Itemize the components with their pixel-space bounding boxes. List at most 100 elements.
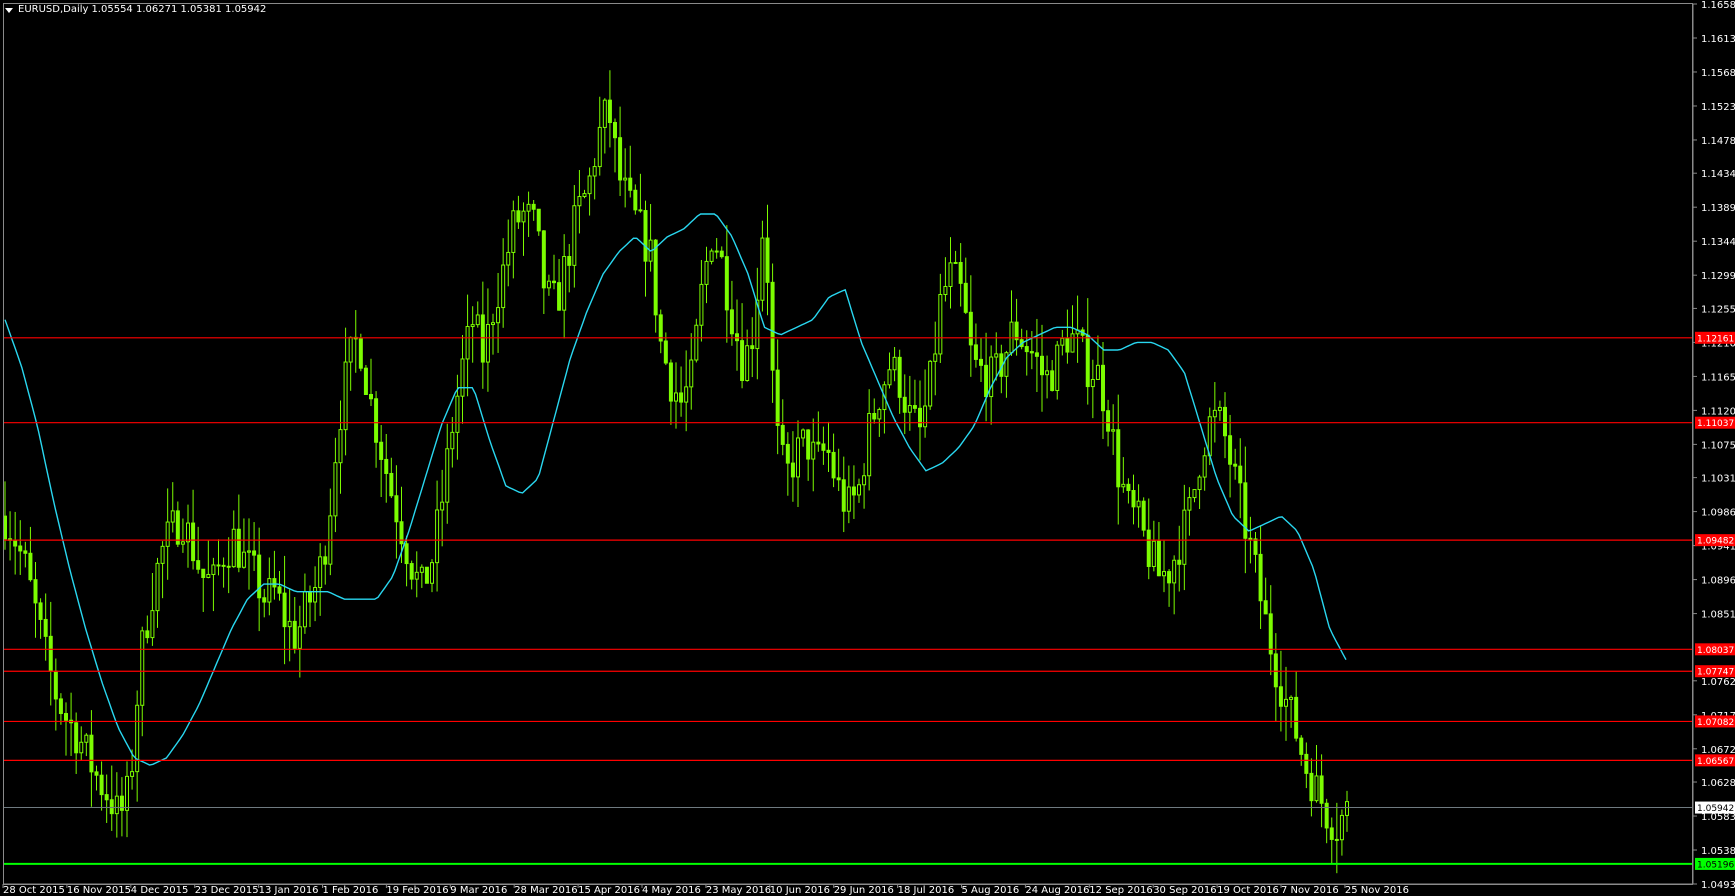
candle-body <box>18 545 23 552</box>
triangle-down-icon[interactable] <box>5 7 13 13</box>
candle-body <box>74 722 79 754</box>
x-tick-label: 28 Oct 2015 <box>3 885 65 896</box>
candle-body <box>1024 346 1029 353</box>
candle-body <box>857 484 861 496</box>
candle-body <box>928 360 933 407</box>
candle-body <box>333 462 338 517</box>
chart-window[interactable]: 1.16580 1.16130 1.15680 1.15230 1.14780 1.143… <box>0 0 1735 896</box>
candle-body <box>546 280 551 289</box>
candle-body <box>943 286 948 296</box>
candle-body <box>653 239 658 316</box>
candle-body <box>526 203 531 212</box>
x-tick-label: 23 Dec 2015 <box>195 885 259 896</box>
candle-body <box>785 443 790 464</box>
candle-body <box>1248 537 1253 540</box>
x-tick-label: 23 May 2016 <box>706 885 771 896</box>
candle-body <box>308 591 312 603</box>
candle-body <box>43 618 48 637</box>
candle-body <box>719 250 724 258</box>
candle-body <box>1090 378 1095 388</box>
candle-body <box>1268 613 1273 655</box>
price-level-label: 1.12161 <box>1697 334 1734 344</box>
candle-body <box>958 261 963 284</box>
candle-body <box>1228 435 1233 465</box>
candle-body <box>816 441 821 445</box>
candle-body <box>287 620 292 628</box>
candle-body <box>414 571 419 580</box>
candle-body <box>1029 351 1034 354</box>
candle-body <box>1126 483 1131 492</box>
y-tick-label: 1.13440 <box>1701 237 1735 248</box>
candle-body <box>114 795 119 815</box>
candle-body <box>541 230 546 289</box>
candle-body <box>292 620 297 649</box>
x-tick-label: 1 Feb 2016 <box>323 885 379 896</box>
candle-body <box>1304 753 1309 774</box>
candle-body <box>363 367 368 395</box>
candle-body <box>948 262 953 288</box>
candle-body <box>491 322 495 325</box>
candle-body <box>297 626 302 649</box>
candle-body <box>841 479 846 512</box>
candle-body <box>536 208 541 232</box>
candle-body <box>740 340 745 382</box>
x-tick-label: 19 Oct 2016 <box>1217 885 1279 896</box>
y-tick-label: 1.12990 <box>1701 271 1735 282</box>
candle-body <box>643 210 648 262</box>
x-tick-label: 19 Feb 2016 <box>386 885 448 896</box>
price-level-label: 1.09482 <box>1697 537 1734 547</box>
y-tick-label: 1.16580 <box>1701 0 1735 11</box>
candle-body <box>831 451 836 479</box>
candle-body <box>1095 364 1100 380</box>
candle-body <box>1289 696 1294 700</box>
candle-body <box>1177 559 1182 565</box>
candle-body <box>226 565 231 568</box>
candle-body <box>3 515 7 540</box>
candle-body <box>1223 406 1227 437</box>
candle-body <box>58 698 63 715</box>
candle-body <box>562 256 567 311</box>
symbol-name: EURUSD,Daily <box>18 4 89 15</box>
candle-body <box>582 193 587 198</box>
price-chart[interactable]: 1.16580 1.16130 1.15680 1.15230 1.14780 1.143… <box>0 0 1735 896</box>
candle-body <box>1197 476 1202 491</box>
candle-body <box>1324 802 1329 829</box>
y-tick-label: 1.14340 <box>1701 169 1735 180</box>
candle-body <box>501 264 506 309</box>
candle-body <box>384 458 389 474</box>
candle-body <box>1172 559 1177 584</box>
candle-body <box>430 562 434 584</box>
candle-body <box>455 395 460 433</box>
candle-body <box>760 237 765 301</box>
candle-body <box>592 166 597 177</box>
candle-body <box>963 282 968 313</box>
candle-body <box>780 424 785 445</box>
candle-body <box>897 356 902 398</box>
candle-body <box>496 307 501 324</box>
x-tick-label: 28 Mar 2016 <box>514 885 577 896</box>
candle-body <box>1060 337 1065 346</box>
candle-body <box>994 353 999 358</box>
candle-body <box>180 541 185 545</box>
candle-body <box>689 359 694 388</box>
candle-body <box>577 196 582 207</box>
candle-body <box>1136 500 1141 508</box>
candle-body <box>211 564 216 575</box>
candle-body <box>145 630 150 639</box>
candle-body <box>968 311 973 346</box>
candle-body <box>796 437 800 478</box>
price-level-label: 1.06567 <box>1697 757 1734 767</box>
symbol-header[interactable]: EURUSD,Daily 1.05554 1.06271 1.05381 1.0… <box>5 4 266 16</box>
candle-body <box>257 554 262 599</box>
candle-body <box>618 137 623 181</box>
candle-body <box>1146 529 1151 567</box>
candle-body <box>989 356 994 398</box>
candle-body <box>694 324 699 361</box>
candle-body <box>1101 364 1105 412</box>
candle-body <box>480 314 485 363</box>
candle-body <box>790 462 795 478</box>
candle-body <box>933 353 938 362</box>
candle-body <box>28 552 33 581</box>
candle-body <box>13 539 18 547</box>
candle-body <box>877 409 882 420</box>
